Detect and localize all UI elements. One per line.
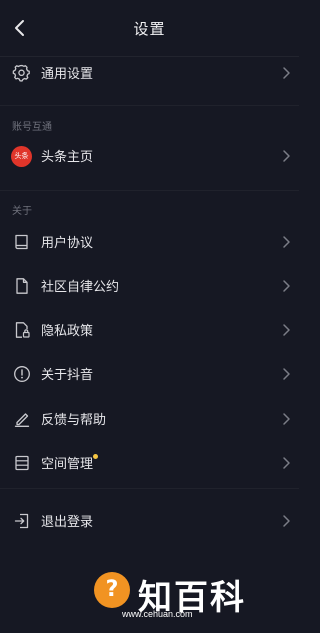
privacy-lock-icon — [15, 322, 30, 338]
storage-management-label: 空间管理 — [41, 457, 94, 472]
about-douyin-label: 关于抖音 — [41, 368, 94, 383]
community-convention-item[interactable]: 社区自律公约 — [0, 264, 299, 308]
logout-label: 退出登录 — [41, 515, 94, 530]
about-section-title: 关于 — [12, 206, 32, 217]
user-agreement-label: 用户协议 — [41, 236, 94, 251]
watermark-url: www.cehuan.com — [122, 609, 193, 619]
feedback-help-label: 反馈与帮助 — [41, 413, 107, 428]
about-douyin-item[interactable]: 关于抖音 — [0, 352, 299, 396]
chevron-right-icon — [283, 368, 290, 380]
document-icon — [16, 278, 28, 294]
feedback-help-item[interactable]: 反馈与帮助 — [0, 397, 299, 441]
chevron-right-icon — [283, 280, 290, 292]
section-divider — [0, 105, 299, 106]
toutiao-homepage-label: 头条主页 — [41, 150, 94, 165]
privacy-policy-label: 隐私政策 — [41, 324, 94, 339]
gear-icon — [12, 64, 30, 82]
chevron-right-icon — [283, 515, 290, 527]
question-mark-logo-icon: ? — [94, 572, 130, 608]
chevron-right-icon — [283, 413, 290, 425]
privacy-policy-item[interactable]: 隐私政策 — [0, 308, 299, 352]
chevron-right-icon — [283, 324, 290, 336]
book-icon — [15, 234, 28, 250]
section-divider — [0, 190, 299, 191]
general-settings-label: 通用设置 — [41, 67, 94, 82]
chevron-right-icon — [283, 236, 290, 248]
general-settings-item[interactable]: 通用设置 — [0, 51, 299, 95]
community-convention-label: 社区自律公约 — [41, 280, 120, 295]
new-badge-dot — [93, 454, 98, 459]
user-agreement-item[interactable]: 用户协议 — [0, 220, 299, 264]
storage-icon — [15, 455, 29, 471]
top-bar: 设置 — [0, 0, 299, 57]
chevron-right-icon — [283, 457, 290, 469]
chevron-right-icon — [283, 67, 290, 79]
toutiao-logo-icon: 头条 — [11, 146, 32, 167]
page-title: 设置 — [133, 20, 166, 38]
account-section-title: 账号互通 — [12, 122, 52, 133]
toutiao-homepage-item[interactable]: 头条 头条主页 — [0, 134, 299, 178]
info-icon — [14, 366, 30, 382]
section-divider — [0, 488, 299, 489]
storage-management-item[interactable]: 空间管理 — [0, 441, 299, 485]
edit-icon — [14, 413, 30, 427]
watermark: ? 知百科 www.cehuan.com — [94, 572, 294, 622]
logout-item[interactable]: 退出登录 — [0, 499, 299, 543]
logout-icon — [14, 513, 29, 529]
chevron-right-icon — [283, 150, 290, 162]
